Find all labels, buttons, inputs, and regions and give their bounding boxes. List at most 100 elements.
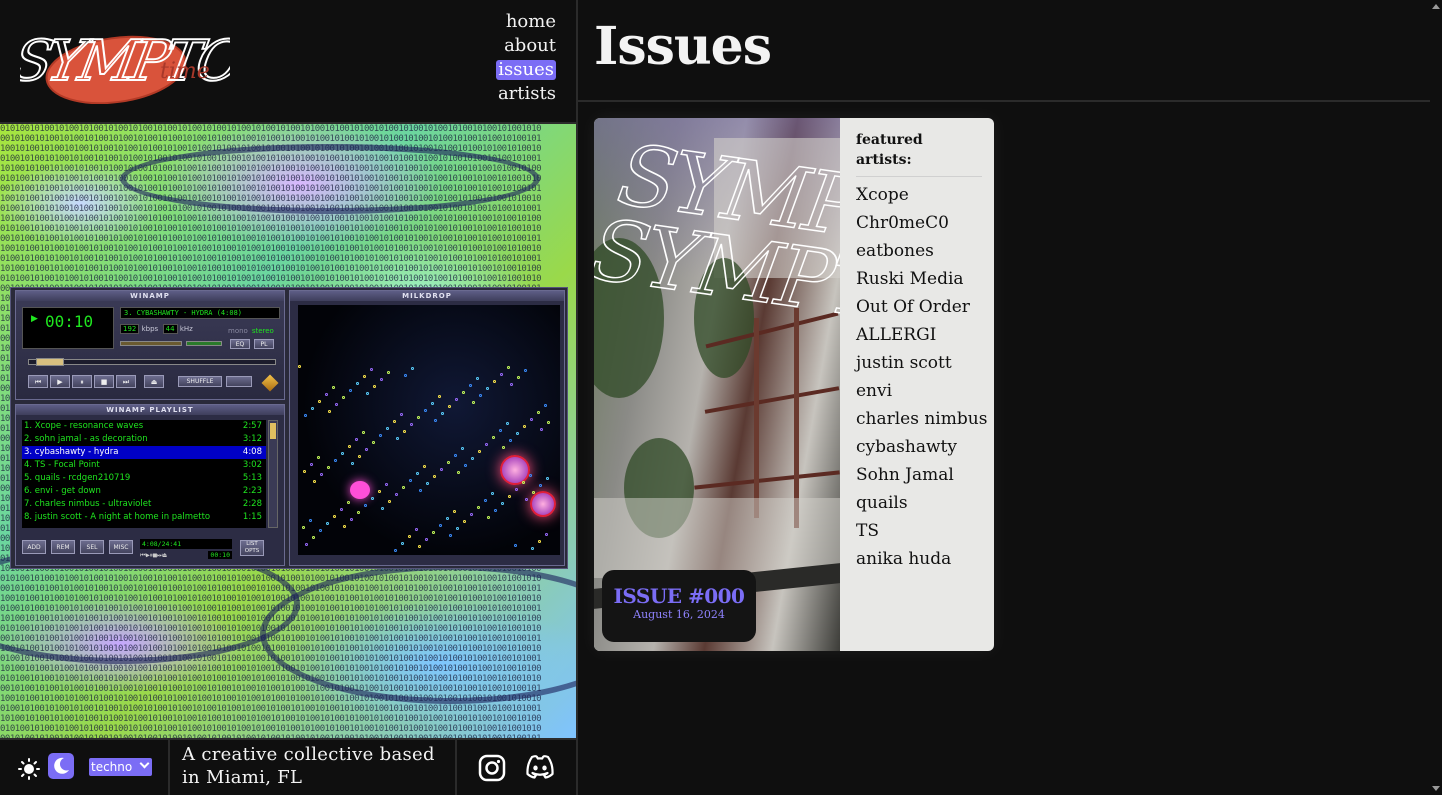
balance-slider[interactable] — [186, 341, 222, 346]
visual-particle — [439, 524, 442, 527]
visual-particle — [325, 393, 328, 396]
visual-particle — [305, 543, 308, 546]
visual-particle — [419, 489, 422, 492]
nav-issues[interactable]: issues — [496, 60, 556, 80]
artist-link[interactable]: TS — [856, 517, 982, 545]
artist-link[interactable]: Chr0meC0 — [856, 209, 982, 237]
visual-particle — [356, 382, 359, 385]
track-duration: 2:28 — [242, 499, 262, 509]
artist-link[interactable]: anika huda — [856, 545, 982, 573]
playlist-window: WINAMP PLAYLIST 1. Xcope - resonance wav… — [15, 404, 285, 566]
symptoms-logo[interactable]: SYMPTOMS time — [20, 18, 230, 104]
visual-particle — [506, 422, 509, 425]
time-display: ▶ 00:10 — [22, 307, 114, 349]
nav-home[interactable]: home — [496, 10, 556, 34]
chevron-down-icon — [139, 758, 150, 769]
artist-link[interactable]: Out Of Order — [856, 293, 982, 321]
artist-link[interactable]: charles nimbus — [856, 405, 987, 433]
volume-slider[interactable] — [120, 341, 182, 346]
visual-particle — [463, 520, 466, 523]
visual-particle — [545, 533, 548, 536]
page-scrollbar[interactable] — [1430, 0, 1442, 795]
playlist-buttons: ADD REM SEL MISC — [22, 540, 133, 554]
instagram-icon[interactable] — [478, 754, 506, 782]
remove-button[interactable]: REM — [51, 540, 75, 554]
dark-mode-button[interactable] — [48, 753, 74, 779]
issue-card[interactable]: SYMPTO SYMPTO ISSUE #000 August 16, 2024 … — [594, 118, 994, 651]
eq-toggle-button[interactable]: EQ — [230, 339, 250, 349]
visual-particle — [313, 480, 316, 483]
visual-particle — [469, 384, 472, 387]
visual-particle — [404, 374, 407, 377]
genre-select[interactable]: techno — [89, 758, 152, 776]
visual-particle — [386, 427, 389, 430]
visual-particle — [395, 493, 398, 496]
playlist-titlebar[interactable]: WINAMP PLAYLIST — [16, 405, 284, 415]
playlist-row[interactable]: 7. charles nimbus - ultraviolet 2:28 — [22, 498, 266, 511]
artist-link[interactable]: ALLERGI — [856, 321, 982, 349]
play-icon[interactable]: ▶ — [50, 375, 70, 388]
visual-particle — [334, 459, 337, 462]
scroll-up-icon[interactable] — [1432, 4, 1440, 9]
artist-link[interactable]: Sohn Jamal — [856, 461, 982, 489]
visual-particle — [540, 428, 543, 431]
visual-particle — [318, 400, 321, 403]
artist-link[interactable]: justin scott — [856, 349, 982, 377]
nav-about[interactable]: about — [496, 34, 556, 58]
visual-particle — [448, 405, 451, 408]
playlist: 1. Xcope - resonance waves 2:57 2. sohn ja… — [22, 420, 266, 528]
playlist-row[interactable]: 2. sohn jamal - as decoration 3:12 — [22, 433, 266, 446]
visual-particle — [472, 401, 475, 404]
visual-particle — [302, 526, 305, 529]
previous-icon[interactable]: ⏮ — [28, 375, 48, 388]
eject-icon[interactable]: ⏏ — [144, 375, 164, 388]
discord-icon[interactable] — [524, 754, 556, 780]
visual-particle — [434, 419, 437, 422]
artist-link[interactable]: envi — [856, 377, 982, 405]
seek-bar[interactable] — [28, 359, 276, 365]
sun-icon[interactable] — [18, 758, 40, 780]
artist-link[interactable]: quails — [856, 489, 982, 517]
misc-button[interactable]: MISC — [109, 540, 133, 554]
scroll-down-icon[interactable] — [1432, 786, 1440, 791]
playlist-row[interactable]: 4. TS - Focal Point 3:02 — [22, 459, 266, 472]
visual-particle — [328, 410, 331, 413]
artist-link[interactable]: cybashawty — [856, 433, 982, 461]
moon-icon — [54, 757, 69, 774]
playlist-row[interactable]: 3. cybashawty - hydra 4:08 — [22, 446, 266, 459]
artist-link[interactable]: eatbones — [856, 237, 982, 265]
title-divider — [578, 100, 1430, 102]
featured-artists-panel: featured artists: Xcope Chr0meC0 eatbones R… — [856, 130, 987, 573]
list-options-button[interactable]: LIST OPTS — [240, 540, 264, 556]
visual-particle — [487, 516, 490, 519]
milkdrop-titlebar[interactable]: MILKDROP — [290, 291, 564, 301]
winamp-main-window: WINAMP ▶ 00:10 3. CYBASHAWTY - HYDRA (4:… — [15, 290, 285, 400]
playlist-scrollbar[interactable] — [268, 420, 278, 528]
next-icon[interactable]: ⏭ — [116, 375, 136, 388]
playlist-row[interactable]: 1. Xcope - resonance waves 2:57 — [22, 420, 266, 433]
select-button[interactable]: SEL — [80, 540, 104, 554]
pause-icon[interactable]: ⏸ — [72, 375, 92, 388]
playlist-row[interactable]: 6. envi - get down 2:23 — [22, 485, 266, 498]
pl-toggle-button[interactable]: PL — [254, 339, 274, 349]
visual-particle — [416, 472, 419, 475]
mini-controls-icon[interactable]: ⏮▶⏸■⏭⏏ — [140, 551, 167, 559]
shuffle-button[interactable]: SHUFFLE — [178, 376, 222, 387]
artist-link[interactable]: Xcope — [856, 181, 982, 209]
issue-cover-image[interactable]: SYMPTO SYMPTO ISSUE #000 August 16, 2024 — [594, 118, 840, 651]
seek-handle[interactable] — [36, 358, 64, 366]
nav-artists[interactable]: artists — [496, 82, 556, 106]
stop-icon[interactable]: ■ — [94, 375, 114, 388]
visual-particle — [317, 456, 320, 459]
playlist-row[interactable]: 8. justin scott - A night at home in pal… — [22, 511, 266, 524]
artist-link[interactable]: Ruski Media — [856, 265, 982, 293]
winamp-titlebar[interactable]: WINAMP — [16, 291, 284, 301]
visual-particle — [500, 373, 503, 376]
visual-particle — [393, 420, 396, 423]
playlist-row[interactable]: 5. quails - rcdgen210719 5:13 — [22, 472, 266, 485]
visual-particle — [532, 491, 535, 494]
repeat-button[interactable] — [226, 376, 252, 387]
track-title: 7. charles nimbus - ultraviolet — [24, 499, 152, 509]
add-button[interactable]: ADD — [22, 540, 46, 554]
issue-number: ISSUE #000 — [613, 584, 745, 608]
